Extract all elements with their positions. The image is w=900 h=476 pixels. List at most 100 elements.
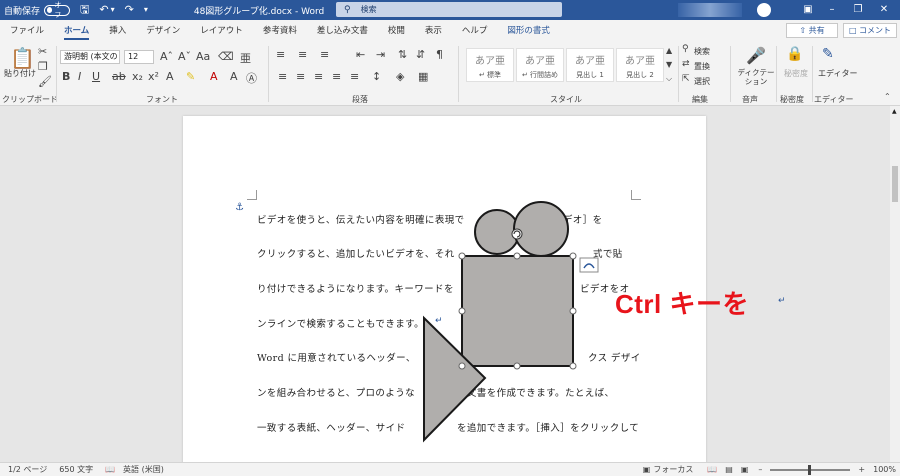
document-text-line[interactable]: ビデオを使うと、伝えたい内容を明確に表現で [257, 212, 465, 226]
autosave-toggle[interactable]: オフ [44, 1, 71, 19]
grow-font-icon[interactable]: Aˆ [160, 50, 173, 63]
document-text-fragment[interactable]: の文書を作成できます。たとえば、 [457, 385, 614, 399]
clear-format-icon[interactable]: ⌫ [218, 50, 234, 63]
highlight-icon[interactable]: ✎ [186, 70, 195, 83]
find-button[interactable]: 検索 [694, 46, 710, 57]
sort-icon[interactable]: ⇵ [416, 48, 425, 61]
align-left-icon[interactable]: ≡ [278, 70, 287, 83]
document-text-line[interactable]: ンを組み合わせると、プロのような [257, 385, 415, 399]
sensitivity-button[interactable]: 秘密度 [784, 68, 808, 79]
selection-handle[interactable] [458, 362, 466, 370]
select-icon[interactable]: ⇱ [682, 74, 690, 84]
zoom-in-icon[interactable]: + [858, 465, 865, 474]
avatar[interactable] [757, 3, 771, 17]
tab-view[interactable]: 表示 [415, 20, 452, 42]
character-shading-icon[interactable]: A [230, 70, 238, 83]
sensitivity-icon[interactable]: 🔒 [786, 46, 803, 62]
document-text-line[interactable]: Word に用意されているヘッダー、 [257, 350, 416, 364]
format-painter-icon[interactable]: 🖌 [38, 75, 52, 88]
tab-references[interactable]: 参考資料 [253, 20, 307, 42]
document-text-fragment[interactable]: クス デザイ [588, 350, 641, 364]
tab-layout[interactable]: レイアウト [190, 20, 253, 42]
select-button[interactable]: 選択 [694, 76, 710, 87]
page-count[interactable]: 1/2 ページ [8, 464, 47, 475]
share-button[interactable]: ⇧ 共有 [786, 23, 838, 38]
tab-shape-format[interactable]: 図形の書式 [497, 20, 560, 42]
restore-icon[interactable]: ❐ [846, 0, 870, 20]
justify-icon[interactable]: ≡ [332, 70, 341, 83]
save-icon[interactable]: 🖫 [80, 0, 89, 20]
cut-icon[interactable]: ✂ [38, 45, 47, 58]
document-text-line[interactable]: り付けできるようになります。キーワードを [257, 281, 454, 295]
style-normal[interactable]: あア亜 ↵ 標準 [466, 48, 514, 82]
find-icon[interactable]: ⚲ [682, 44, 689, 54]
tab-home[interactable]: ホーム [54, 20, 99, 42]
phonetic-guide-icon[interactable]: 亜 [240, 50, 251, 66]
ribbon-display-icon[interactable]: ▣ [796, 0, 820, 20]
proofing-icon[interactable]: 📖 [105, 465, 115, 474]
align-center-icon[interactable]: ≡ [296, 70, 305, 83]
close-icon[interactable]: ✕ [872, 0, 896, 20]
selection-handle[interactable] [458, 252, 466, 260]
align-right-icon[interactable]: ≡ [314, 70, 323, 83]
selection-handle[interactable] [569, 307, 577, 315]
redo-icon[interactable]: ↷ [125, 0, 134, 20]
editor-icon[interactable]: ✎ [822, 46, 834, 62]
dictate-button[interactable]: ディクテーション [736, 68, 776, 86]
minimize-icon[interactable]: – [820, 0, 844, 20]
superscript-icon[interactable]: x² [148, 70, 159, 83]
tab-design[interactable]: デザイン [136, 20, 190, 42]
text-effects-icon[interactable]: A [166, 70, 174, 83]
focus-button[interactable]: フォーカス [653, 464, 693, 475]
vertical-scrollbar[interactable]: ▲ [890, 106, 900, 462]
replace-icon[interactable]: ⇄ [682, 59, 690, 69]
layout-options-icon[interactable] [579, 257, 599, 273]
styles-scroll-down-icon[interactable]: ▼ [666, 60, 672, 69]
replace-button[interactable]: 置換 [694, 61, 710, 72]
styles-more-icon[interactable]: ⌵ [666, 74, 672, 84]
comment-button[interactable]: □ コメント [843, 23, 897, 38]
circle-shape-large[interactable] [513, 201, 569, 257]
rectangle-shape[interactable] [461, 255, 574, 367]
document-text-line[interactable]: 一致する表紙、ヘッダー、サイド [257, 420, 405, 434]
style-heading-2[interactable]: あア亜 見出し 2 [616, 48, 664, 82]
bullets-icon[interactable]: ≡ [276, 48, 285, 61]
decrease-indent-icon[interactable]: ⇤ [356, 48, 365, 61]
selection-handle[interactable] [513, 362, 521, 370]
selection-handle[interactable] [569, 362, 577, 370]
copy-icon[interactable]: ❐ [38, 60, 48, 73]
tab-review[interactable]: 校閲 [378, 20, 415, 42]
rotate-handle-icon[interactable] [511, 228, 523, 240]
styles-scroll-up-icon[interactable]: ▲ [666, 46, 672, 55]
enclose-character-icon[interactable]: Ⓐ [246, 70, 257, 86]
web-layout-icon[interactable]: ▣ [741, 465, 749, 474]
font-name-select[interactable]: 游明朝 (本文の [60, 50, 120, 64]
focus-icon[interactable]: ▣ [643, 465, 651, 474]
zoom-slider[interactable] [770, 464, 851, 475]
show-marks-icon[interactable]: ¶ [436, 48, 443, 61]
undo-icon[interactable]: ↶ [99, 0, 108, 20]
microphone-icon[interactable]: 🎤 [746, 46, 766, 65]
scroll-up-icon[interactable]: ▲ [892, 108, 897, 115]
font-size-select[interactable]: 12 [124, 50, 154, 64]
scroll-thumb[interactable] [892, 166, 898, 202]
print-layout-icon[interactable]: ▤ [725, 465, 733, 474]
zoom-level[interactable]: 100% [873, 465, 896, 474]
collapse-ribbon-icon[interactable]: ⌃ [884, 92, 891, 101]
tab-file[interactable]: ファイル [0, 20, 54, 42]
word-count[interactable]: 650 文字 [59, 464, 93, 475]
zoom-out-icon[interactable]: – [758, 465, 762, 474]
chevron-down-icon[interactable]: ▾ [111, 0, 115, 20]
selection-handle[interactable] [513, 252, 521, 260]
document-text-line[interactable]: ンラインで検索することもできます。 [257, 316, 424, 330]
selection-handle[interactable] [569, 252, 577, 260]
increase-indent-icon[interactable]: ⇥ [376, 48, 385, 61]
text-direction-icon[interactable]: ⇅ [398, 48, 407, 61]
shading-icon[interactable]: ◈ [396, 70, 404, 83]
change-case-icon[interactable]: Aa [196, 50, 210, 63]
tab-help[interactable]: ヘルプ [452, 20, 498, 42]
read-mode-icon[interactable]: 📖 [707, 465, 717, 474]
style-no-spacing[interactable]: あア亜 ↵ 行間詰め [516, 48, 564, 82]
strikethrough-icon[interactable]: ab [112, 70, 126, 83]
paste-icon[interactable]: 📋 [10, 46, 35, 70]
